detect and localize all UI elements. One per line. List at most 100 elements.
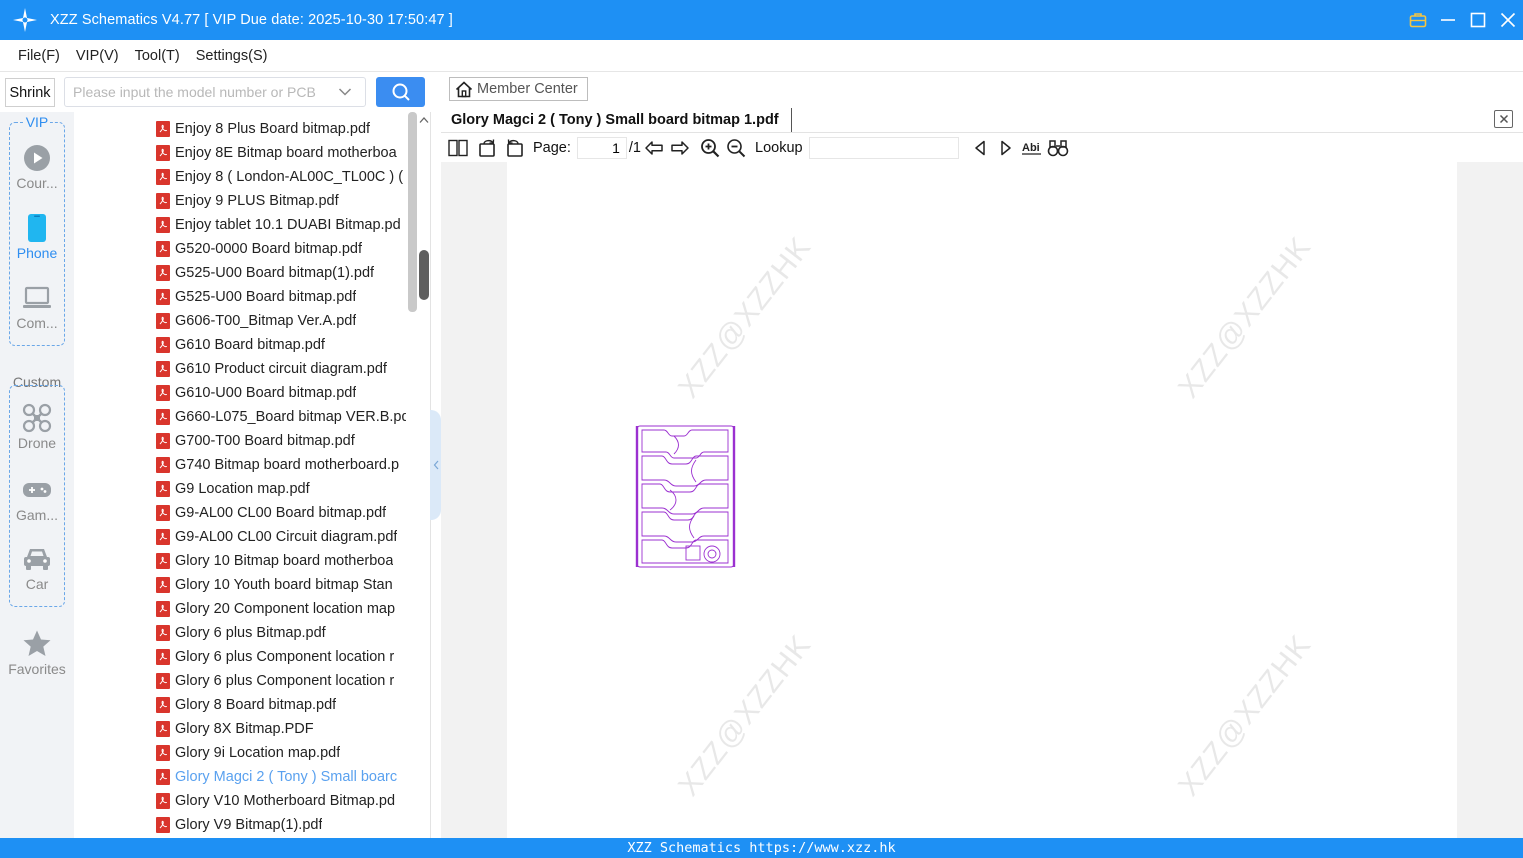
menu-tool[interactable]: Tool(T) [135, 48, 180, 64]
scroll-up-icon[interactable] [418, 113, 430, 127]
category-game-label: Gam... [15, 507, 58, 523]
category-phone[interactable]: Phone [0, 212, 74, 261]
file-list-item[interactable]: Glory 10 Youth board bitmap Stan [156, 573, 406, 597]
search-box [64, 77, 366, 107]
match-case-icon[interactable]: Abi [1019, 135, 1045, 161]
category-course[interactable]: Cour... [0, 142, 74, 191]
close-button[interactable] [1493, 0, 1523, 40]
maximize-button[interactable] [1463, 0, 1493, 40]
file-list-item[interactable]: Glory 6 plus Component location r [156, 669, 406, 693]
file-list-item[interactable]: G610 Product circuit diagram.pdf [156, 357, 406, 381]
rotate-right-icon[interactable] [501, 135, 527, 161]
file-name: Glory V10 Motherboard Bitmap.pd [175, 793, 396, 809]
member-center-button[interactable]: Member Center [449, 77, 588, 101]
minimize-button[interactable] [1433, 0, 1463, 40]
collapse-panel-handle[interactable] [430, 410, 441, 520]
file-list: Enjoy 8 Plus Board bitmap.pdf Enjoy 8E Bi… [74, 112, 431, 838]
document-tab-bar: Glory Magci 2 ( Tony ) Small board bitma… [441, 106, 1523, 133]
page-number-input[interactable] [576, 137, 627, 159]
vip-bag-icon[interactable] [1403, 0, 1433, 40]
file-list-item[interactable]: Glory V10 Motherboard Bitmap.pd [156, 789, 406, 813]
find-next-icon[interactable] [993, 135, 1019, 161]
pdf-file-icon [156, 673, 170, 689]
file-name: Glory 8 Board bitmap.pdf [175, 697, 337, 713]
file-name: Glory 10 Bitmap board motherboa [175, 553, 394, 569]
file-list-item[interactable]: Glory 10 Bitmap board motherboa [156, 549, 406, 573]
file-list-item[interactable]: G525-U00 Board bitmap.pdf [156, 285, 406, 309]
close-document-button[interactable] [1494, 110, 1513, 128]
board-outline-drawing [635, 425, 736, 568]
file-list-item[interactable]: Enjoy 8 Plus Board bitmap.pdf [156, 117, 406, 141]
pdf-file-icon [156, 577, 170, 593]
pdf-file-icon [156, 817, 170, 833]
document-tab[interactable]: Glory Magci 2 ( Tony ) Small board bitma… [451, 108, 792, 132]
file-list-item[interactable]: Glory Magci 2 ( Tony ) Small boarc [156, 765, 406, 789]
file-list-item[interactable]: Enjoy 9 PLUS Bitmap.pdf [156, 189, 406, 213]
close-icon [1499, 114, 1508, 124]
file-name: G610-U00 Board bitmap.pdf [175, 385, 357, 401]
file-list-item[interactable]: Glory 8X Bitmap.PDF [156, 717, 406, 741]
pdf-file-icon [156, 793, 170, 809]
pdf-file-icon [156, 505, 170, 521]
file-list-scrollbar-track[interactable] [408, 112, 417, 312]
binoculars-icon[interactable] [1045, 135, 1071, 161]
pdf-file-icon [156, 361, 170, 377]
file-list-item[interactable]: Glory 20 Component location map [156, 597, 406, 621]
file-list-item[interactable]: G660-L075_Board bitmap VER.B.pd [156, 405, 406, 429]
file-name: G9 Location map.pdf [175, 481, 310, 497]
file-list-item[interactable]: Glory 9i Location map.pdf [156, 741, 406, 765]
watermark: XZZ@XZZHK [1172, 230, 1318, 405]
menu-bar: File(F) VIP(V) Tool(T) Settings(S) [0, 40, 1523, 72]
category-computer[interactable]: Com... [0, 282, 74, 331]
file-list-item[interactable]: Glory 6 plus Bitmap.pdf [156, 621, 406, 645]
category-drone[interactable]: Drone [0, 402, 74, 451]
file-list-item[interactable]: G700-T00 Board bitmap.pdf [156, 429, 406, 453]
find-previous-icon[interactable] [967, 135, 993, 161]
file-list-scrollbar-thumb[interactable] [419, 250, 429, 300]
file-list-item[interactable]: G9 Location map.pdf [156, 477, 406, 501]
chevron-down-icon[interactable] [330, 78, 360, 106]
member-center-label: Member Center [477, 81, 578, 97]
file-name: G9-AL00 CL00 Circuit diagram.pdf [175, 529, 398, 545]
category-car[interactable]: Car [0, 543, 74, 592]
search-button[interactable] [376, 77, 425, 107]
file-name: Glory V9 Bitmap(1).pdf [175, 817, 323, 833]
two-page-view-icon[interactable] [445, 135, 471, 161]
file-list-item[interactable]: G9-AL00 CL00 Circuit diagram.pdf [156, 525, 406, 549]
file-list-item[interactable]: Enjoy 8E Bitmap board motherboa [156, 141, 406, 165]
file-list-item[interactable]: Glory V9 Bitmap(1).pdf [156, 813, 406, 837]
file-name: G525-U00 Board bitmap.pdf [175, 289, 357, 305]
file-name: Glory 8X Bitmap.PDF [175, 721, 314, 737]
menu-settings[interactable]: Settings(S) [196, 48, 268, 64]
category-phone-label: Phone [16, 245, 58, 261]
svg-text:Abi: Abi [1022, 142, 1040, 154]
file-list-item[interactable]: Glory 8 Board bitmap.pdf [156, 693, 406, 717]
pdf-file-icon [156, 121, 170, 137]
menu-vip[interactable]: VIP(V) [76, 48, 119, 64]
previous-page-arrow-icon[interactable] [641, 135, 667, 161]
pdf-canvas[interactable]: XZZ@XZZHK XZZ@XZZHK XZZ@XZZHK XZZ@XZZHK [441, 162, 1523, 838]
pdf-file-icon [156, 529, 170, 545]
file-name: Glory 10 Youth board bitmap Stan [175, 577, 393, 593]
next-page-arrow-icon[interactable] [667, 135, 693, 161]
lookup-input[interactable] [808, 137, 959, 159]
file-list-item[interactable]: Enjoy tablet 10.1 DUABI Bitmap.pd [156, 213, 406, 237]
rotate-left-icon[interactable] [475, 135, 501, 161]
search-input[interactable] [65, 78, 330, 106]
file-list-item[interactable]: Enjoy 8 ( London-AL00C_TL00C ) ( [156, 165, 406, 189]
file-list-item[interactable]: G610 Board bitmap.pdf [156, 333, 406, 357]
file-list-item[interactable]: G520-0000 Board bitmap.pdf [156, 237, 406, 261]
category-game[interactable]: Gam... [0, 474, 74, 523]
file-list-item[interactable]: G606-T00_Bitmap Ver.A.pdf [156, 309, 406, 333]
zoom-in-icon[interactable] [697, 135, 723, 161]
pdf-file-icon [156, 721, 170, 737]
menu-file[interactable]: File(F) [18, 48, 60, 64]
category-favorites[interactable]: Favorites [0, 628, 74, 677]
file-list-item[interactable]: G525-U00 Board bitmap(1).pdf [156, 261, 406, 285]
shrink-button[interactable]: Shrink [5, 78, 55, 107]
file-list-item[interactable]: G740 Bitmap board motherboard.p [156, 453, 406, 477]
file-list-item[interactable]: G9-AL00 CL00 Board bitmap.pdf [156, 501, 406, 525]
file-list-item[interactable]: Glory 6 plus Component location r [156, 645, 406, 669]
file-list-item[interactable]: G610-U00 Board bitmap.pdf [156, 381, 406, 405]
zoom-out-icon[interactable] [723, 135, 749, 161]
